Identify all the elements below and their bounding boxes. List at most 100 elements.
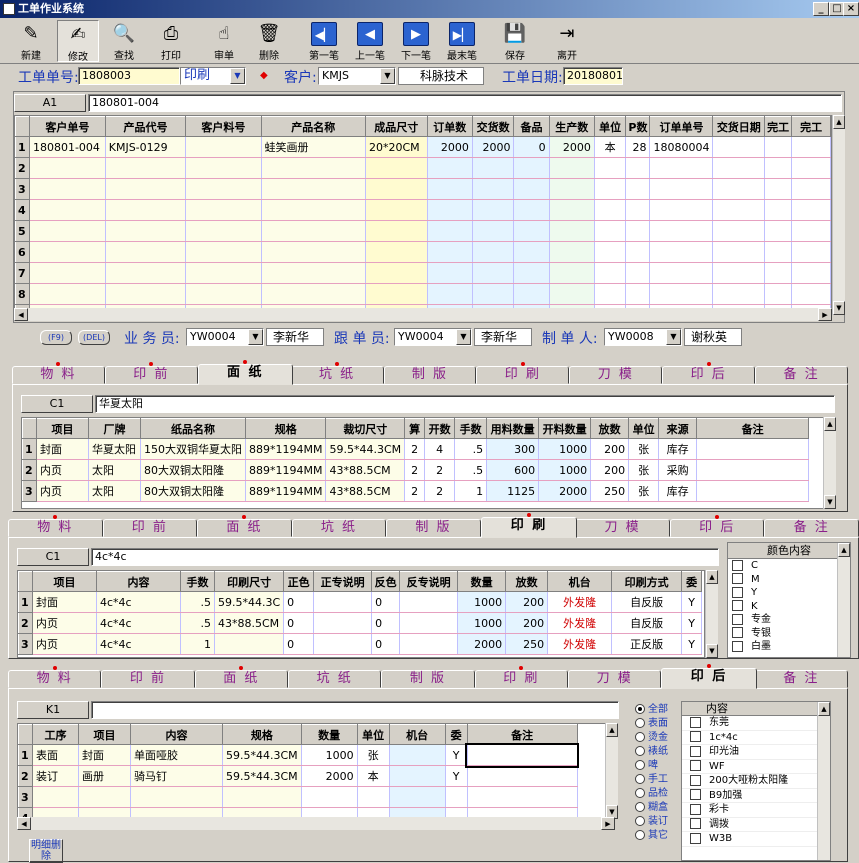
tab-2[interactable]: 印 前 [102, 519, 198, 537]
tab-9[interactable]: 备 注 [755, 366, 848, 384]
column-header[interactable]: 订单单号 [649, 116, 714, 137]
grid-cell[interactable]: Y [681, 591, 703, 613]
grid-cell[interactable] [301, 786, 358, 808]
edit-button[interactable]: ✍ 修改 [57, 20, 99, 63]
grid-cell[interactable]: 内页 [32, 612, 97, 634]
table-row[interactable]: 1 封面 华夏太阳 150大双铜华夏太阳 889*1194MM 59.5*44.3CM 2 4… [22, 438, 810, 460]
tab-4[interactable]: 坑 纸 [288, 670, 382, 688]
next-record-button[interactable]: ▶ 下一笔 [395, 20, 437, 62]
color-content-list[interactable]: 颜色内容 C M Y K 专金 专银 白墨 ▲ [727, 542, 851, 658]
first-record-button[interactable]: ◀▏ 第一笔 [303, 20, 345, 62]
tab-2[interactable]: 印 前 [104, 362, 198, 384]
table-row[interactable]: 2 装订 画册 骑马钉 59.5*44.3CM 2000 本 Y [18, 765, 578, 787]
grid-cell[interactable] [472, 178, 515, 200]
column-header[interactable]: 印刷尺寸 [213, 571, 285, 592]
column-header[interactable]: 规格 [244, 418, 327, 439]
scroll-left-icon[interactable]: ◀ [17, 817, 31, 830]
tab-5[interactable]: 制 版 [381, 670, 475, 688]
grid-cell[interactable] [594, 241, 627, 263]
grid-cell[interactable] [696, 459, 810, 481]
column-header[interactable]: 算 [404, 418, 426, 439]
grid-cell[interactable] [549, 199, 595, 221]
grid-cell[interactable] [764, 241, 793, 263]
grid-cell[interactable] [649, 241, 714, 263]
grid-cell[interactable] [764, 220, 793, 242]
main-cell-editor[interactable]: 180801-004 [88, 94, 842, 112]
content-list-item[interactable]: 彩卡 [682, 803, 830, 818]
audit-button[interactable]: ☝ 审单 [203, 20, 245, 62]
grid-cell[interactable]: 889*1194MM [245, 480, 327, 502]
column-header[interactable]: 交货日期 [712, 116, 766, 137]
grid-cell[interactable]: 4c*4c [96, 633, 181, 655]
grid-cell[interactable]: 80大双铜太阳隆 [140, 480, 246, 502]
paper-grid[interactable]: 项目 厂牌 纸品名称 规格 裁切尺寸算开数 手数 用料数量 开料数量 放数 单位 来源 备注 1 封面华… [21, 417, 827, 509]
scroll-down-icon[interactable]: ▼ [824, 495, 836, 509]
column-header[interactable]: 委 [681, 571, 703, 592]
grid-cell[interactable] [594, 262, 627, 284]
grid-cell[interactable]: 4c*4c [96, 612, 181, 634]
grid-cell[interactable]: 1000 [301, 744, 358, 766]
checkbox-icon[interactable] [732, 573, 743, 584]
grid-cell[interactable]: KMJS-0129 [105, 136, 187, 158]
grid-cell[interactable]: 150大双铜华夏太阳 [140, 438, 246, 460]
main-horizontal-scrollbar[interactable]: ◀ ▶ [14, 308, 832, 321]
grid-cell[interactable]: .5 [180, 591, 215, 613]
grid-cell[interactable] [549, 157, 595, 179]
column-header[interactable]: 放数 [590, 418, 630, 439]
column-header[interactable]: 正专说明 [313, 571, 373, 592]
column-header[interactable]: 反专说明 [399, 571, 459, 592]
content-list-item[interactable]: 东莞 [682, 716, 830, 731]
grid-cell[interactable] [712, 283, 766, 305]
grid-cell[interactable] [261, 199, 366, 221]
save-button[interactable]: 💾 保存 [494, 20, 536, 62]
grid-cell[interactable] [399, 591, 459, 613]
grid-cell[interactable]: 太阳 [88, 459, 141, 481]
post-vertical-scrollbar[interactable]: ▲ ▼ [605, 723, 618, 819]
grid-cell[interactable] [649, 157, 714, 179]
grid-cell[interactable]: 200 [505, 612, 549, 634]
grid-cell[interactable]: 0 [371, 633, 401, 655]
content-list-item[interactable]: 调拨 [682, 818, 830, 832]
grid-cell[interactable] [513, 157, 550, 179]
grid-cell[interactable]: 2000 [301, 765, 358, 787]
grid-cell[interactable]: 250 [590, 480, 630, 502]
grid-cell[interactable] [29, 241, 106, 263]
grid-cell[interactable] [649, 178, 714, 200]
paper-cell-editor[interactable]: 华夏太阳 [95, 395, 835, 413]
chevron-down-icon[interactable]: ▼ [380, 68, 395, 84]
grid-cell[interactable]: 2000 [549, 136, 595, 158]
grid-cell[interactable] [105, 283, 187, 305]
grid-cell[interactable]: 本 [357, 765, 390, 787]
last-record-button[interactable]: ▶▏ 最末笔 [441, 20, 483, 62]
grid-cell[interactable]: 0 [371, 591, 401, 613]
tab-3[interactable]: 面 纸 [194, 666, 288, 688]
tab-3[interactable]: 面 纸 [197, 360, 293, 385]
table-row[interactable]: 3 [15, 178, 831, 200]
delete-button[interactable]: 🗑 删除 [248, 20, 290, 62]
checkbox-icon[interactable] [690, 789, 701, 800]
grid-cell[interactable] [549, 262, 595, 284]
post-horizontal-scrollbar[interactable]: ◀ ▶ [17, 817, 615, 830]
grid-cell[interactable]: 封面 [36, 438, 89, 460]
grid-cell[interactable]: 内页 [36, 459, 89, 481]
column-header[interactable]: 项目 [78, 724, 131, 745]
column-header[interactable]: P数 [625, 116, 651, 137]
grid-cell[interactable] [513, 262, 550, 284]
grid-cell[interactable]: 43*88.5CM [325, 459, 406, 481]
scroll-up-icon[interactable]: ▲ [706, 570, 718, 584]
column-header[interactable]: 订单数 [426, 116, 473, 137]
grid-cell[interactable] [649, 262, 714, 284]
color-list-item[interactable]: 白墨 [728, 640, 850, 654]
grid-cell[interactable]: 2000 [427, 136, 473, 158]
table-row[interactable]: 3 [18, 786, 578, 808]
chevron-down-icon[interactable]: ▼ [248, 329, 263, 345]
column-header[interactable]: 来源 [658, 418, 698, 439]
radio-icon[interactable] [635, 816, 645, 826]
order-type-select[interactable]: 印刷 ▼ [180, 67, 246, 85]
post-content-list[interactable]: 内容 东莞 1c*4c 印光油 WF 200大哑粉太阳隆 B9加强 彩卡 调拨 W3B ▲ [681, 701, 831, 861]
grid-cell[interactable] [261, 283, 366, 305]
grid-cell[interactable]: 180801-004 [29, 136, 106, 158]
grid-cell[interactable]: 200 [590, 459, 630, 481]
content-list-item[interactable]: W3B [682, 832, 830, 847]
tab-6[interactable]: 印 刷 [474, 666, 568, 688]
